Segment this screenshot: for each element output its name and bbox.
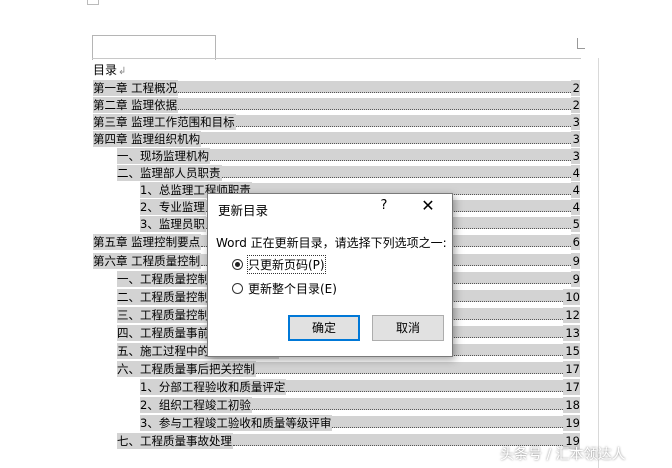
radio-selected-icon[interactable] — [232, 258, 243, 270]
dialog-title: 更新目录 — [218, 203, 269, 218]
ok-button[interactable]: 确定 — [288, 315, 360, 341]
toc-entry[interactable]: 1、分部工程验收和质量评定 17 — [140, 379, 580, 395]
toc-entry[interactable]: 3、参与工程竣工验收和质量等级评审 19 — [140, 415, 580, 431]
radio-unselected-icon[interactable] — [232, 282, 243, 294]
dialog-message: Word 正在更新目录，请选择下列选项之一: — [216, 236, 447, 250]
crop-mark — [577, 38, 578, 48]
page-margin-line — [92, 58, 581, 59]
header-area[interactable] — [92, 35, 216, 60]
cancel-button[interactable]: 取消 — [372, 315, 444, 341]
toc-title: 目录↲ — [93, 63, 127, 77]
toc-entry[interactable]: 第四章 监理组织机构 3 — [93, 131, 580, 147]
toc-entry[interactable]: 第三章 监理工作范围和目标 3 — [93, 114, 580, 130]
page-edge — [598, 58, 599, 468]
crop-mark — [577, 48, 585, 49]
toc-entry[interactable]: 第二章 监理依据 2 — [93, 97, 580, 113]
toc-entry[interactable]: 二、监理部人员职责 4 — [117, 165, 580, 181]
option-update-entire-table[interactable]: 更新整个目录(E) — [232, 280, 337, 296]
option-update-page-numbers[interactable]: 只更新页码(P) — [232, 254, 326, 274]
toc-entry[interactable]: 六、工程质量事后把关控制 17 — [117, 361, 580, 377]
option-label: 只更新页码(P) — [247, 254, 326, 274]
page-top-marker — [87, 0, 99, 5]
option-label: 更新整个目录(E) — [248, 281, 337, 296]
watermark: 头条号 / 汇本领达人 — [500, 447, 626, 463]
toc-entry[interactable]: 第一章 工程概况 2 — [93, 80, 580, 96]
toc-entry[interactable]: 一、现场监理机构 3 — [117, 148, 580, 164]
update-toc-dialog[interactable]: 更新目录 ? ✕ Word 正在更新目录，请选择下列选项之一: 只更新页码(P)… — [207, 193, 453, 357]
close-icon[interactable]: ✕ — [419, 197, 437, 215]
help-button[interactable]: ? — [376, 198, 392, 213]
toc-entry[interactable]: 2、组织工程竣工初验 18 — [140, 397, 580, 413]
